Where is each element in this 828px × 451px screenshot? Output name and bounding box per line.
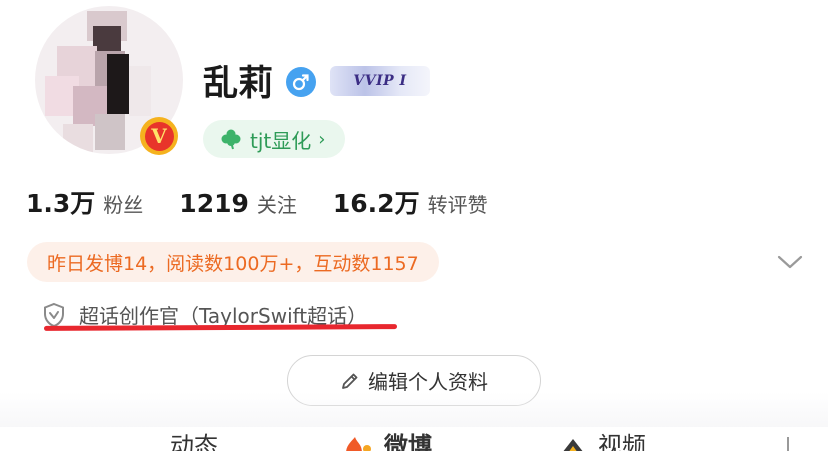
- stat-value: 16.2万: [332, 189, 420, 218]
- stat-label: 转评赞: [427, 193, 488, 217]
- profile-name: 乱莉: [203, 64, 274, 104]
- content-tabs: 动态 微博 视频: [0, 427, 828, 451]
- edit-profile-label: 编辑个人资料: [368, 370, 488, 394]
- chevron-right-icon: ›: [318, 128, 326, 150]
- shield-check-icon: [42, 302, 66, 328]
- chevron-down-icon[interactable]: [775, 248, 805, 276]
- verified-v-icon: V: [144, 121, 174, 151]
- tag-label: tjt显化: [250, 128, 312, 153]
- verified-badge: V: [140, 117, 178, 155]
- tab-video[interactable]: 视频: [598, 431, 646, 451]
- stat-value: 1.3万: [26, 189, 96, 218]
- section-divider: [0, 392, 828, 427]
- tab-divider: [787, 437, 789, 451]
- stat-followers[interactable]: 1.3万 粉丝: [26, 184, 143, 220]
- stats-row: 1.3万 粉丝 1219 关注 16.2万 转评赞: [26, 184, 524, 220]
- stat-value: 1219: [179, 189, 249, 218]
- tab-weibo[interactable]: 微博: [384, 431, 432, 451]
- tag-chip[interactable]: tjt显化 ›: [203, 120, 346, 158]
- stat-following[interactable]: 1219 关注: [179, 189, 297, 218]
- vvip-label: VVIP I: [353, 73, 407, 89]
- yesterday-stats-text: 昨日发博14，阅读数100万+，互动数1157: [47, 252, 419, 275]
- vvip-badge[interactable]: VVIP I: [330, 66, 430, 96]
- male-icon: [286, 67, 316, 97]
- red-underline-annotation: [43, 324, 398, 331]
- pencil-icon: [340, 371, 360, 391]
- stat-reposts-likes[interactable]: 16.2万 转评赞: [333, 184, 488, 220]
- stat-label: 粉丝: [103, 193, 144, 217]
- tab-dynamics[interactable]: 动态: [170, 431, 218, 451]
- video-tab-icon: [560, 435, 586, 451]
- stat-label: 关注: [256, 193, 297, 217]
- clover-icon: [220, 128, 242, 150]
- yesterday-stats-pill[interactable]: 昨日发博14，阅读数100万+，互动数1157: [27, 242, 439, 282]
- hot-icon: [342, 435, 372, 451]
